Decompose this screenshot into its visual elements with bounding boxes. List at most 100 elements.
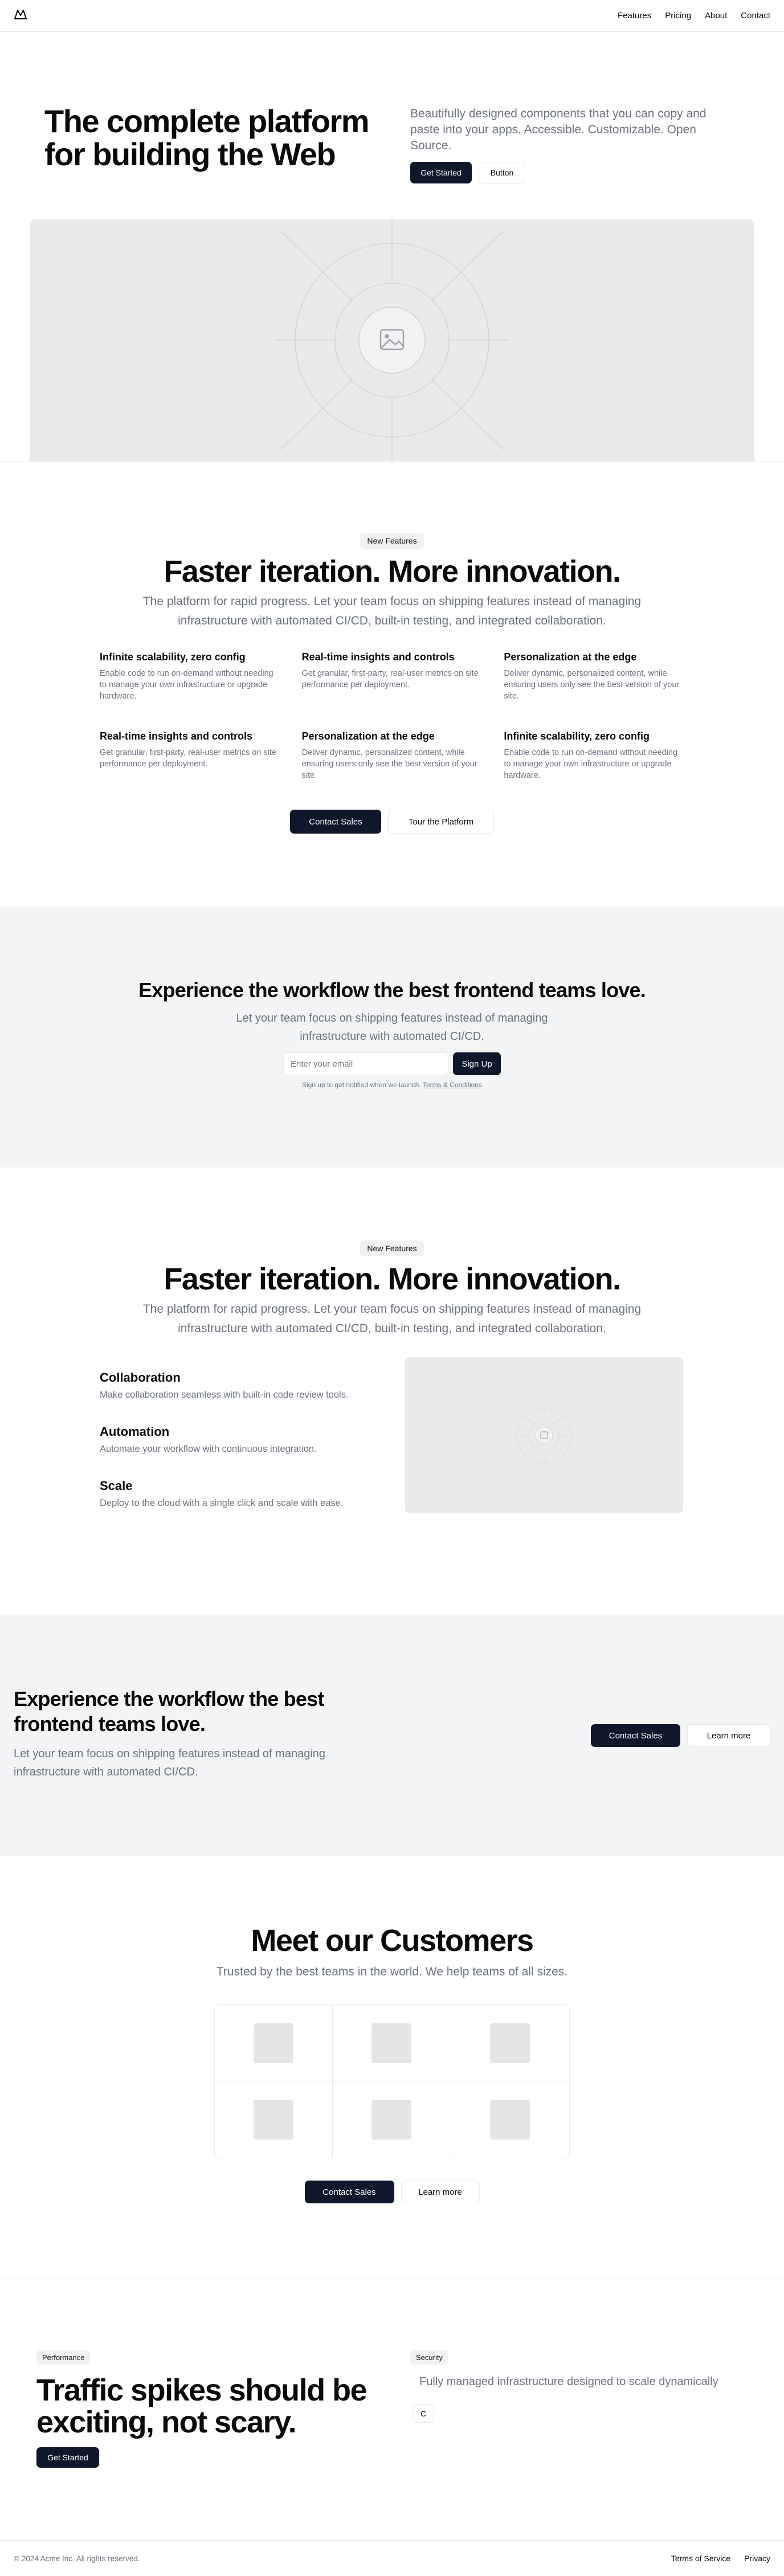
customers-section: Meet our Customers Trusted by the best t… [0, 1924, 784, 1982]
learn-more-button[interactable]: Learn more [687, 1724, 770, 1747]
features-badge: New Features [360, 533, 424, 549]
nav-contact[interactable]: Contact [741, 11, 770, 21]
features2-item-text: Automate your workflow with continuous i… [100, 1444, 317, 1454]
cta-lead: Let your team focus on shipping features… [14, 1748, 326, 1778]
features-title: Faster iteration. More innovation. [164, 554, 621, 589]
cta-actions: Contact Sales Learn more [591, 1724, 770, 1747]
features2-item-text: Make collaboration seamless with built-i… [100, 1390, 349, 1400]
performance-badge: Performance [36, 2350, 91, 2365]
security-badge: Security [410, 2350, 448, 2365]
nav-about[interactable]: About [705, 11, 727, 21]
hero-title: The complete platform for building the W… [44, 103, 370, 172]
feature-card: Infinite scalability, zero config Enable… [504, 730, 684, 781]
cta-title: Experience the workflow the best fronten… [14, 1687, 324, 1736]
image-placeholder-icon [514, 1406, 574, 1465]
nav-pricing[interactable]: Pricing [665, 11, 691, 21]
signup-section: Experience the workflow the best fronten… [0, 907, 784, 1167]
terms-link[interactable]: Terms & Conditions [423, 1081, 482, 1089]
customer-logo-cell [215, 2005, 333, 2081]
feature-title: Personalization at the edge [504, 651, 637, 663]
footer-links: Terms of Service Privacy [671, 2554, 770, 2563]
copyright-text: © 2024 Acme Inc. All rights reserved. [14, 2554, 140, 2563]
customer-logo-cell [333, 2081, 451, 2158]
features2-item-title: Scale [100, 1479, 133, 1493]
feature-text: Get granular, first-party, real-user met… [301, 669, 479, 689]
get-started-button[interactable]: Get Started [36, 2447, 99, 2468]
customer-logo-cell [333, 2005, 451, 2081]
feature-title: Personalization at the edge [301, 730, 435, 742]
features2-badge: New Features [360, 1240, 424, 1256]
email-input[interactable] [283, 1052, 448, 1075]
contact-sales-button[interactable]: Contact Sales [304, 2181, 394, 2203]
cta-section: Experience the workflow the best fronten… [0, 1615, 784, 1856]
privacy-link[interactable]: Privacy [744, 2554, 770, 2563]
customer-logo [371, 2100, 412, 2140]
feature-card: Personalization at the edge Deliver dyna… [302, 730, 483, 781]
logo-icon[interactable] [14, 9, 27, 23]
features-lead: The platform for rapid progress. Let you… [142, 595, 642, 627]
features2-title: Faster iteration. More innovation. [164, 1262, 621, 1296]
main-nav: Features Pricing About Contact [618, 11, 770, 21]
features2-item: Collaboration Make collaboration seamles… [100, 1370, 362, 1401]
traffic-text: Fully managed infrastructure designed to… [419, 2375, 718, 2388]
tour-platform-button[interactable]: Tour the Platform [388, 810, 494, 834]
customers-actions: Contact Sales Learn more [0, 2181, 784, 2203]
image-placeholder-icon [275, 219, 509, 462]
feature-title: Infinite scalability, zero config [100, 651, 246, 663]
signup-form: Sign Up [0, 1052, 784, 1075]
signup-note-text: Sign up to get notified when we launch. [302, 1081, 421, 1089]
features2-item-title: Collaboration [100, 1370, 181, 1385]
feature-card: Real-time insights and controls Get gran… [100, 730, 280, 781]
terms-link[interactable]: Terms of Service [671, 2554, 730, 2563]
small-button[interactable]: C [413, 2404, 434, 2423]
footer: © 2024 Acme Inc. All rights reserved. Te… [0, 2540, 784, 2576]
signup-note: Sign up to get notified when we launch. … [0, 1081, 784, 1089]
customer-logo-cell [451, 2081, 569, 2158]
nav-features[interactable]: Features [618, 11, 651, 21]
features2-list: Collaboration Make collaboration seamles… [100, 1370, 362, 1533]
feature-text: Deliver dynamic, personalized content, w… [504, 669, 680, 701]
features2-item: Automation Automate your workflow with c… [100, 1424, 362, 1455]
hero-description: Beautifully designed components that you… [410, 107, 707, 152]
feature-card: Real-time insights and controls Get gran… [302, 651, 483, 702]
hero-section: The complete platform for building the W… [0, 32, 784, 220]
customers-title: Meet our Customers [251, 1924, 534, 1958]
traffic-title: Traffic spikes should be exciting, not s… [36, 2373, 368, 2439]
customer-logo [490, 2023, 530, 2063]
customer-logo [490, 2100, 530, 2140]
contact-sales-button[interactable]: Contact Sales [591, 1724, 680, 1747]
features-grid: Infinite scalability, zero config Enable… [100, 651, 684, 781]
feature-text: Get granular, first-party, real-user met… [100, 748, 276, 769]
features2-lead: The platform for rapid progress. Let you… [142, 1303, 642, 1335]
secondary-button[interactable]: Button [479, 162, 525, 183]
feature-text: Enable code to run on-demand without nee… [100, 669, 273, 701]
hero-actions: Get Started Button [410, 162, 525, 183]
features2-item-text: Deploy to the cloud with a single click … [100, 1498, 344, 1508]
features2-section: New Features Faster iteration. More inno… [0, 1240, 784, 1338]
feature-title: Real-time insights and controls [100, 730, 253, 742]
feature-title: Real-time insights and controls [301, 651, 455, 663]
feature-title: Infinite scalability, zero config [504, 730, 650, 742]
customer-logo [254, 2023, 294, 2063]
feature-card: Personalization at the edge Deliver dyna… [504, 651, 684, 702]
customers-lead: Trusted by the best teams in the world. … [216, 1965, 568, 1978]
hero-image-placeholder [30, 219, 754, 462]
features-section: New Features Faster iteration. More inno… [0, 533, 784, 631]
learn-more-button[interactable]: Learn more [401, 2181, 480, 2203]
top-bar: Features Pricing About Contact [0, 0, 784, 32]
customer-logo [371, 2023, 412, 2063]
customer-logo-grid [214, 2005, 570, 2158]
customer-logo-cell [451, 2005, 569, 2081]
feature-text: Enable code to run on-demand without nee… [504, 748, 678, 780]
signup-lead: Let your team focus on shipping features… [236, 1012, 548, 1043]
get-started-button[interactable]: Get Started [410, 162, 472, 183]
features-actions: Contact Sales Tour the Platform [0, 810, 784, 834]
features2-image-placeholder [405, 1357, 683, 1513]
contact-sales-button[interactable]: Contact Sales [290, 810, 381, 834]
sign-up-button[interactable]: Sign Up [453, 1052, 501, 1075]
features2-item: Scale Deploy to the cloud with a single … [100, 1479, 362, 1509]
customer-logo [254, 2100, 294, 2140]
features2-item-title: Automation [100, 1424, 170, 1439]
feature-card: Infinite scalability, zero config Enable… [100, 651, 280, 702]
divider [0, 461, 784, 462]
